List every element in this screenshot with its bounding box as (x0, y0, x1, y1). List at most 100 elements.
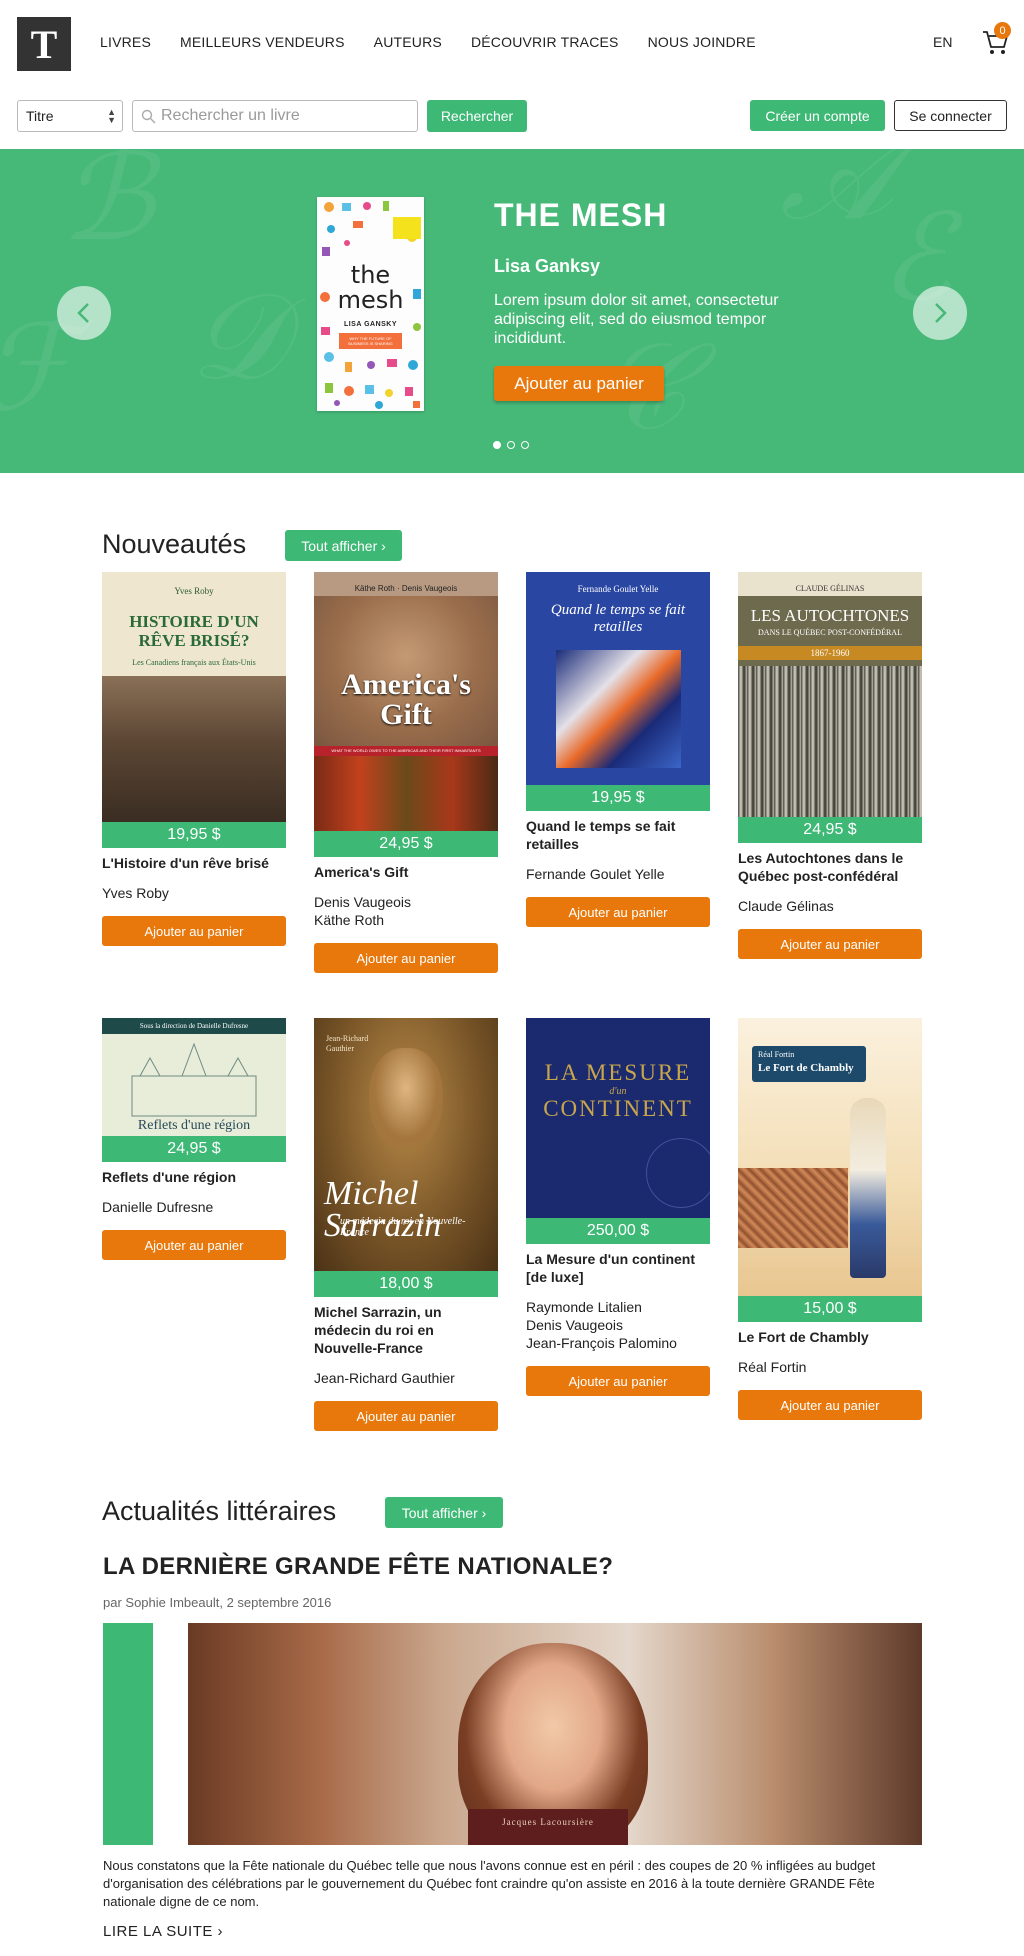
add-to-cart-button[interactable]: Ajouter au panier (738, 929, 922, 959)
select-arrows-icon: ▲ ▼ (107, 107, 116, 125)
book-card: Yves Roby HISTOIRE D'UN RÊVE BRISÉ? Les … (102, 572, 286, 946)
search-input[interactable] (161, 107, 411, 125)
book-authors: Claude Gélinas (738, 898, 834, 914)
language-switch[interactable]: EN (933, 34, 952, 50)
carousel-next-button[interactable] (913, 286, 967, 340)
cover-photo (738, 666, 922, 817)
book-title[interactable]: America's Gift (314, 863, 498, 881)
carousel-dot-1[interactable] (493, 441, 501, 449)
book-price: 24,95 $ (314, 831, 498, 857)
cover-soldier (850, 1098, 886, 1278)
article-meta: par Sophie Imbeault, 2 septembre 2016 (103, 1595, 332, 1610)
book-card: Käthe Roth · Denis Vaugeois America's Gi… (314, 572, 498, 973)
book-cover[interactable]: Réal Fortin Le Fort de Chambly (738, 1018, 922, 1296)
add-to-cart-button[interactable]: Ajouter au panier (738, 1390, 922, 1420)
book-price: 250,00 $ (526, 1218, 710, 1244)
book-cover[interactable]: Jean-Richard Gauthier Michel Sarrazin un… (314, 1018, 498, 1271)
book-price: 24,95 $ (102, 1136, 286, 1162)
create-account-button[interactable]: Créer un compte (750, 100, 885, 131)
hero-book-author: Lisa Ganksy (494, 256, 601, 276)
hero-add-to-cart-button[interactable]: Ajouter au panier (494, 366, 664, 401)
hero-cover-title: the mesh (337, 261, 404, 314)
book-title[interactable]: L'Histoire d'un rêve brisé (102, 854, 286, 872)
cover-painting (556, 650, 681, 768)
book-authors: Raymonde Litalien Denis Vaugeois Jean-Fran… (526, 1299, 677, 1351)
book-title[interactable]: Michel Sarrazin, un médecin du roi en No… (314, 1303, 498, 1357)
cover-peppers (314, 756, 498, 831)
hero-cover-subtitle: WHY THE FUTURE OF BUSINESS IS SHARING (339, 333, 402, 349)
actualites-show-all-button[interactable]: Tout afficher › (385, 1497, 503, 1528)
nav-item-livres[interactable]: LIVRES (100, 34, 151, 50)
nav-item-auteurs[interactable]: AUTEURS (374, 34, 442, 50)
nouveautes-show-all-button[interactable]: Tout afficher › (285, 530, 402, 561)
article-title[interactable]: LA DERNIÈRE GRANDE FÊTE NATIONALE? (103, 1553, 613, 1581)
hero-book-cover[interactable]: the mesh LISA GANSKY WHY THE FUTURE OF B… (317, 197, 424, 411)
book-price: 15,00 $ (738, 1296, 922, 1322)
book-price: 24,95 $ (738, 817, 922, 843)
article-accent-bar (103, 1623, 153, 1845)
search-type-select[interactable]: Titre ▲ ▼ (17, 100, 123, 132)
book-cover[interactable]: CLAUDE GÉLINAS LES AUTOCHTONES DANS LE Q… (738, 572, 922, 817)
cover-photo (102, 676, 286, 822)
chevron-left-icon (77, 303, 89, 323)
nav-item-nous-joindre[interactable]: NOUS JOINDRE (648, 34, 756, 50)
book-authors: Danielle Dufresne (102, 1199, 214, 1215)
section-title-actualites: Actualités littéraires (102, 1496, 337, 1526)
book-authors: Fernande Goulet Yelle (526, 866, 665, 882)
compass-rose-icon (646, 1138, 710, 1208)
search-type-value: Titre (26, 108, 54, 124)
book-title[interactable]: Les Autochtones dans le Québec post-conf… (738, 849, 922, 885)
book-card: Fernande Goulet Yelle Quand le temps se … (526, 572, 710, 927)
book-cover[interactable]: Yves Roby HISTOIRE D'UN RÊVE BRISÉ? Les … (102, 572, 286, 822)
section-title-nouveautes: Nouveautés (102, 529, 247, 559)
article-photo-book: Jacques Lacoursière (468, 1809, 628, 1845)
add-to-cart-button[interactable]: Ajouter au panier (526, 897, 710, 927)
carousel-dot-3[interactable] (521, 441, 529, 449)
book-price: 19,95 $ (102, 822, 286, 848)
cover-fort-drawing (738, 1168, 848, 1248)
carousel-dot-2[interactable] (507, 441, 515, 449)
carousel-prev-button[interactable] (57, 286, 111, 340)
add-to-cart-button[interactable]: Ajouter au panier (314, 1401, 498, 1431)
book-card: Sous la direction de Danielle Dufresne R… (102, 1018, 286, 1260)
book-title[interactable]: Reflets d'une région (102, 1168, 286, 1186)
book-authors: Yves Roby (102, 885, 169, 901)
book-cover[interactable]: Sous la direction de Danielle Dufresne R… (102, 1018, 286, 1136)
book-cover[interactable]: Käthe Roth · Denis Vaugeois America's Gi… (314, 572, 498, 831)
add-to-cart-button[interactable]: Ajouter au panier (314, 943, 498, 973)
book-price: 18,00 $ (314, 1271, 498, 1297)
add-to-cart-button[interactable]: Ajouter au panier (102, 916, 286, 946)
read-more-link[interactable]: LIRE LA SUITE › (103, 1923, 223, 1940)
book-card: CLAUDE GÉLINAS LES AUTOCHTONES DANS LE Q… (738, 572, 922, 959)
hero-cover-author: LISA GANSKY (343, 321, 398, 328)
login-button[interactable]: Se connecter (894, 100, 1007, 131)
book-price: 19,95 $ (526, 785, 710, 811)
article-excerpt: Nous constatons que la Fête nationale du… (103, 1858, 876, 1909)
add-to-cart-button[interactable]: Ajouter au panier (102, 1230, 286, 1260)
hero-book-title: THE MESH (494, 197, 668, 233)
search-box (132, 100, 418, 132)
add-to-cart-button[interactable]: Ajouter au panier (526, 1366, 710, 1396)
nav-item-decouvrir-traces[interactable]: DÉCOUVRIR TRACES (471, 34, 619, 50)
book-card: Réal Fortin Le Fort de Chambly 15,00 $ L… (738, 1018, 922, 1420)
main-nav: LIVRES MEILLEURS VENDEURS AUTEURS DÉCOUV… (100, 34, 756, 50)
hero-book-description: Lorem ipsum dolor sit amet, consectetur … (494, 292, 779, 347)
book-title[interactable]: Le Fort de Chambly (738, 1328, 922, 1346)
cart-count-badge: 0 (994, 22, 1011, 39)
nav-item-meilleurs-vendeurs[interactable]: MEILLEURS VENDEURS (180, 34, 345, 50)
book-cover[interactable]: LA MESURE d'un CONTINENT (526, 1018, 710, 1218)
book-authors: Jean-Richard Gauthier (314, 1370, 455, 1386)
chevron-right-icon (935, 303, 947, 323)
book-title[interactable]: Quand le temps se fait retailles (526, 817, 710, 853)
book-title[interactable]: La Mesure d'un continent [de luxe] (526, 1250, 710, 1286)
article-image[interactable]: Jacques Lacoursière (188, 1623, 922, 1845)
search-icon (141, 109, 156, 124)
cover-building-drawing (131, 1042, 257, 1117)
book-card: LA MESURE d'un CONTINENT 250,00 $ La Mes… (526, 1018, 710, 1396)
site-logo[interactable]: T (17, 17, 71, 71)
book-cover[interactable]: Fernande Goulet Yelle Quand le temps se … (526, 572, 710, 785)
search-button[interactable]: Rechercher (427, 100, 527, 132)
book-card: Jean-Richard Gauthier Michel Sarrazin un… (314, 1018, 498, 1431)
cover-portrait (369, 1048, 443, 1148)
book-authors: Réal Fortin (738, 1359, 807, 1375)
